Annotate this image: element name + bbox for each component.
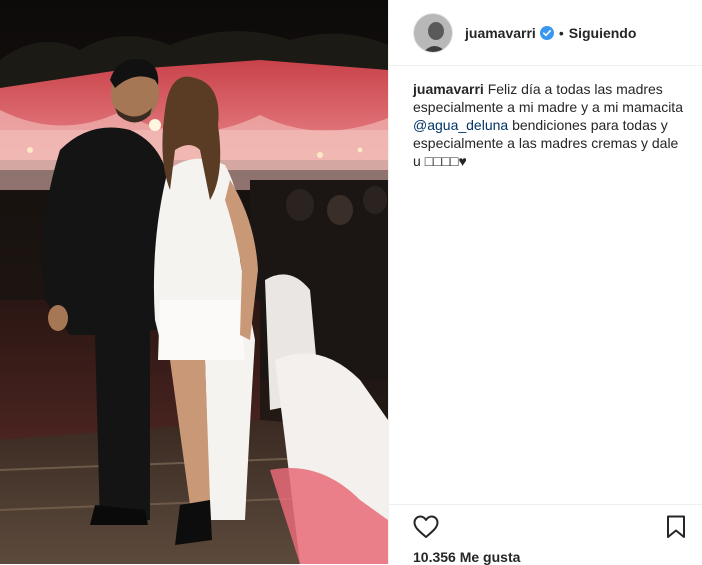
post-header: juamavarri • Siguiendo [389, 0, 702, 66]
avatar[interactable] [413, 12, 453, 53]
caption-username[interactable]: juamavarri [413, 81, 484, 97]
likes-count[interactable]: 10.356 Me gusta [413, 549, 520, 565]
instagram-post: juamavarri • Siguiendo juamavarri Feliz … [0, 0, 702, 565]
caption-trailing-glyphs: □□□□ [424, 153, 459, 169]
heart-outline-icon[interactable] [413, 515, 439, 539]
header-username[interactable]: juamavarri [465, 25, 536, 41]
post-photo-illustration [0, 0, 388, 564]
post-caption: juamavarri Feliz día a todas las madres … [413, 80, 684, 170]
bookmark-icon[interactable] [666, 515, 686, 539]
post-sidebar: juamavarri • Siguiendo juamavarri Feliz … [388, 0, 702, 565]
post-actions: 10.356 Me gusta [389, 504, 702, 565]
caption-heart-emoji: ♥ [458, 153, 467, 169]
caption-mention-link[interactable]: @agua_deluna [413, 117, 508, 133]
verified-badge-icon [539, 25, 554, 40]
following-button[interactable]: Siguiendo [569, 25, 637, 41]
header-separator: • [558, 24, 564, 41]
avatar-image [414, 13, 452, 52]
post-photo[interactable] [0, 0, 388, 564]
